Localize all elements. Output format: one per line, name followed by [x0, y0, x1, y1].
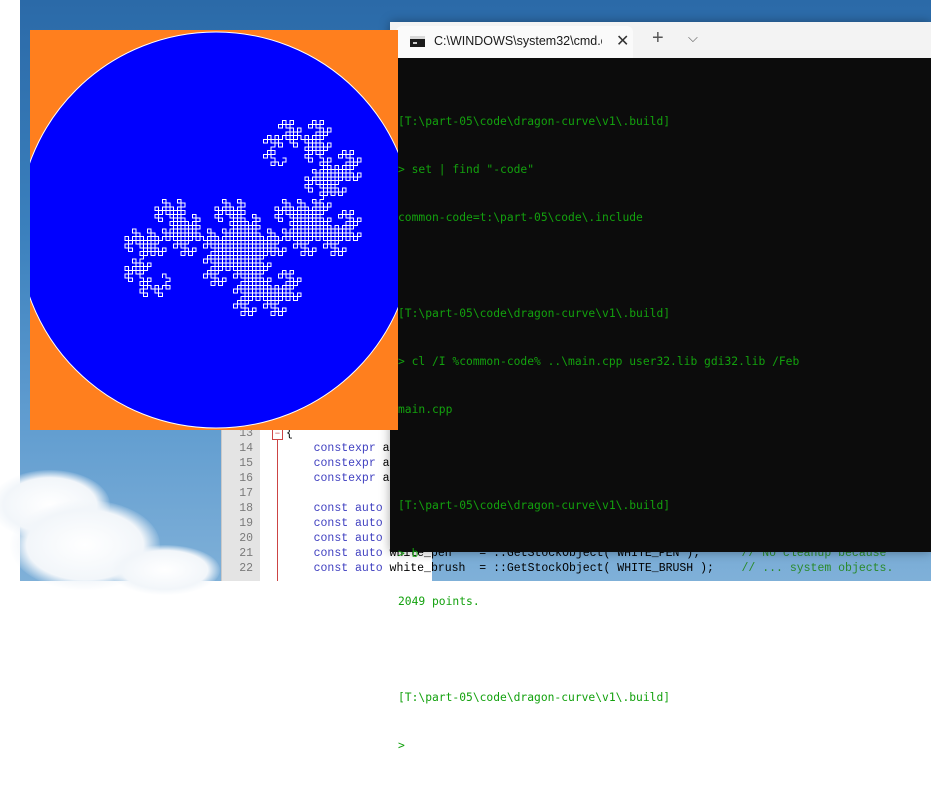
line-number: 17 [239, 487, 253, 500]
terminal-window[interactable]: C:\WINDOWS\system32\cmd.exe ✕ + ⌵ [T:\pa… [390, 22, 931, 753]
code-segment: const auto [313, 532, 383, 545]
code-segment: const auto [313, 502, 383, 515]
dragon-curve-canvas [30, 31, 398, 429]
tab-title: C:\WINDOWS\system32\cmd.exe [434, 34, 602, 48]
cmd-icon [410, 36, 425, 47]
fold-guide-line [277, 430, 278, 581]
terminal-line: > b [398, 547, 419, 560]
line-number: 19 [239, 517, 253, 530]
code-segment: const auto [313, 517, 383, 530]
terminal-line: [T:\part-05\code\dragon-curve\v1\.build] [398, 307, 671, 320]
terminal-line: [T:\part-05\code\dragon-curve\v1\.build] [398, 691, 671, 704]
line-number: 16 [239, 472, 253, 485]
line-number: 22 [239, 562, 253, 575]
terminal-line: > set | find "-code" [398, 163, 535, 176]
cloud [110, 545, 220, 595]
fold-collapse-icon[interactable]: − [272, 429, 283, 440]
terminal-tab[interactable]: C:\WINDOWS\system32\cmd.exe ✕ [396, 26, 633, 58]
terminal-line: 2049 points. [398, 595, 480, 608]
terminal-output[interactable]: [T:\part-05\code\dragon-curve\v1\.build]… [398, 82, 928, 786]
terminal-line: [T:\part-05\code\dragon-curve\v1\.build] [398, 115, 671, 128]
dragon-curve-window [30, 30, 398, 430]
line-number: 14 [239, 442, 253, 455]
line-number: 15 [239, 457, 253, 470]
code-segment: constexpr a [313, 442, 390, 455]
line-number-gutter: 13 14 15 16 17 18 19 20 21 22 [222, 426, 260, 581]
prompt-symbol: > [398, 739, 405, 752]
line-number: 21 [239, 547, 253, 560]
new-tab-icon[interactable]: + [652, 28, 664, 48]
terminal-line: common-code=t:\part-05\code\.include [398, 211, 643, 224]
code-segment: constexpr a [313, 457, 390, 470]
terminal-prompt-line[interactable]: > [398, 738, 928, 754]
close-icon[interactable]: ✕ [616, 31, 629, 51]
terminal-line: main.cpp [398, 403, 453, 416]
terminal-line: > cl /I %common-code% ..\main.cpp user32… [398, 355, 800, 368]
text-cursor [408, 739, 410, 753]
chevron-down-icon[interactable]: ⌵ [688, 30, 698, 46]
line-number: 18 [239, 502, 253, 515]
terminal-line: [T:\part-05\code\dragon-curve\v1\.build] [398, 499, 671, 512]
line-number: 20 [239, 532, 253, 545]
code-segment: constexpr a [313, 472, 390, 485]
terminal-tab-bar: C:\WINDOWS\system32\cmd.exe ✕ + ⌵ [390, 22, 931, 58]
